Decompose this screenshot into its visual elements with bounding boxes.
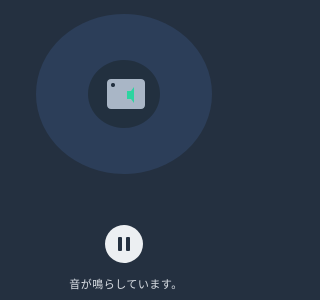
pause-icon-bar-right bbox=[126, 237, 130, 251]
playing-status-text: 音が鳴らしています。 bbox=[69, 278, 183, 291]
sound-playing-screen: 音が鳴らしています。 bbox=[0, 0, 252, 300]
tablet-speaker-icon bbox=[107, 79, 145, 109]
pause-icon-bar-left bbox=[118, 237, 122, 251]
pause-button[interactable] bbox=[105, 225, 143, 263]
